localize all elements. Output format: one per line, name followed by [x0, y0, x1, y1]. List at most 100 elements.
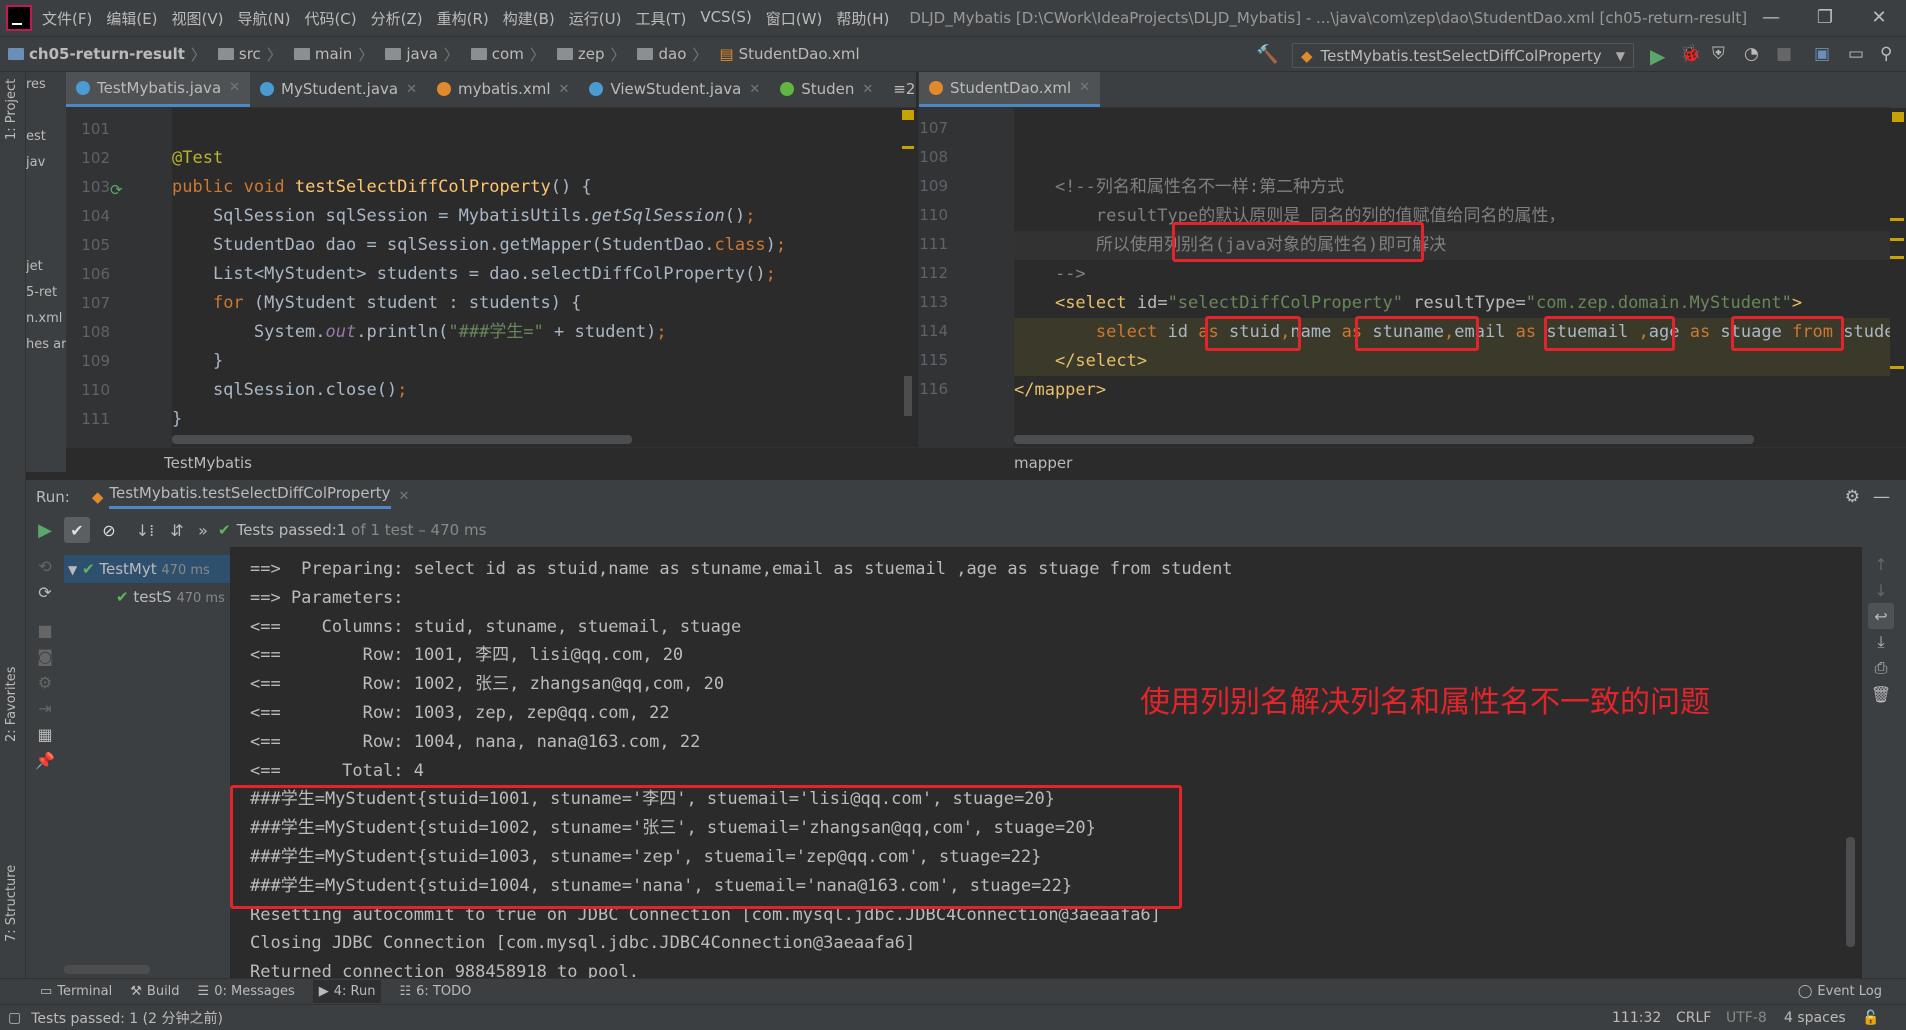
settings-gear-icon[interactable]: ⚙ — [1845, 487, 1860, 507]
close-tab-icon[interactable]: ✕ — [229, 80, 240, 95]
menu-item[interactable]: 工具(T) — [635, 8, 686, 29]
trash-icon[interactable]: 🗑 — [1868, 681, 1894, 707]
more-tools-icon[interactable]: » — [196, 517, 210, 543]
project-tree-item[interactable]: res — [26, 72, 66, 98]
tree-item-test[interactable]: ✔ testS 470 ms — [64, 583, 230, 611]
scroll-to-end-icon[interactable]: ⤓ — [1868, 629, 1894, 655]
run-test-gutter-icon[interactable]: ⟳ — [110, 181, 123, 199]
project-tree-item[interactable]: n.xml — [26, 306, 66, 332]
pin-icon[interactable]: 📌 — [32, 747, 58, 773]
editor-tab[interactable]: ViewStudent.java ✕ — [579, 72, 770, 107]
menu-item[interactable]: 编辑(E) — [106, 8, 157, 29]
down-arrow-icon[interactable]: ↓ — [1868, 577, 1894, 603]
project-tree-item[interactable]: jet — [26, 254, 66, 280]
file-encoding[interactable]: UTF-8 — [1726, 1010, 1767, 1026]
show-passed-toggle-icon[interactable]: ✔ — [64, 517, 90, 543]
sort-duration-icon[interactable]: ⇵ — [164, 517, 190, 543]
coverage-icon[interactable]: ⛨ — [1712, 44, 1734, 66]
right-code-area[interactable]: <!--列名和属性名不一样:第二种方式 resultType的默认原则是 同名的… — [1014, 108, 1890, 447]
close-tab-icon[interactable]: ✕ — [749, 82, 760, 97]
breadcrumb-item[interactable]: zep 〉 — [549, 44, 625, 65]
print-icon[interactable]: ⎙ — [1868, 655, 1894, 681]
close-tab-icon[interactable]: ✕ — [862, 82, 873, 97]
close-tab-icon[interactable]: ✕ — [1079, 80, 1090, 95]
stop-run-icon[interactable]: ■ — [32, 617, 58, 643]
left-breadcrumb[interactable]: TestMybatis — [66, 447, 916, 477]
search-icon[interactable]: ⚲ — [1880, 44, 1902, 66]
run-tab[interactable]: TestMybatis.testSelectDiffColProperty — [109, 484, 391, 509]
structure-tool-button[interactable]: 7: Structure — [4, 865, 19, 942]
hide-panel-icon[interactable]: — — [1873, 487, 1890, 507]
expand-arrow-icon[interactable]: ▼ — [68, 563, 77, 577]
console-scrollbar[interactable] — [1842, 547, 1862, 978]
editor-tab[interactable]: mybatis.xml ✕ — [427, 72, 579, 107]
run-configuration-select[interactable]: ◆ TestMybatis.testSelectDiffColProperty … — [1292, 43, 1634, 68]
camera-icon[interactable]: ◙ — [32, 643, 58, 669]
terminal-tool-button[interactable]: ▭ Terminal — [40, 984, 112, 999]
left-code-area[interactable]: @Test public void testSelectDiffColPrope… — [172, 108, 902, 447]
menu-item[interactable]: 文件(F) — [42, 8, 92, 29]
project-tree-item[interactable] — [26, 202, 66, 228]
build-hammer-icon[interactable]: 🔨 — [1256, 44, 1278, 66]
tab-overflow[interactable]: ≡2 — [883, 72, 916, 107]
menu-item[interactable]: 分析(Z) — [371, 8, 423, 29]
rerun-failed-icon[interactable]: ⟲ — [32, 553, 58, 579]
editor-tab[interactable]: MyStudent.java ✕ — [250, 72, 427, 107]
layout-grid-icon[interactable]: ▦ — [32, 721, 58, 747]
soft-wrap-icon[interactable]: ↩ — [1868, 603, 1894, 629]
rerun-icon[interactable]: ▶ — [32, 517, 58, 543]
run-icon[interactable]: ▶ — [1650, 44, 1672, 68]
menu-item[interactable]: 帮助(H) — [836, 8, 889, 29]
favorites-tool-button[interactable]: 2: Favorites — [4, 666, 19, 742]
project-tree-item[interactable]: 5-ret — [26, 280, 66, 306]
caret-position[interactable]: 111:32 — [1612, 1010, 1661, 1026]
menu-item[interactable]: 构建(B) — [503, 8, 555, 29]
close-tab-icon[interactable]: ✕ — [406, 82, 417, 97]
line-separator[interactable]: CRLF — [1676, 1010, 1711, 1026]
layout-icon[interactable]: ▭ — [1848, 44, 1870, 66]
tree-item-suite[interactable]: ▼ ✔ TestMyt 470 ms — [64, 555, 230, 583]
show-ignored-toggle-icon[interactable]: ⊘ — [96, 517, 122, 543]
tree-scrollbar[interactable] — [64, 965, 150, 974]
profile-icon[interactable]: ◔ — [1744, 44, 1766, 66]
right-horizontal-scrollbar[interactable] — [1014, 435, 1754, 444]
menu-item[interactable]: 窗口(W) — [766, 8, 823, 29]
breadcrumb-item[interactable]: main 〉 — [286, 44, 373, 65]
breadcrumb-item[interactable]: com 〉 — [463, 44, 545, 65]
close-run-tab-icon[interactable]: ✕ — [399, 489, 410, 504]
left-horizontal-scrollbar[interactable] — [172, 435, 632, 444]
project-tool-button[interactable]: 1: Project — [4, 79, 19, 140]
settings-icon[interactable]: ⚙ — [32, 669, 58, 695]
run-tool-button[interactable]: ▶ 4: Run — [312, 980, 382, 1003]
project-tree-item[interactable] — [26, 98, 66, 124]
toggle-auto-test-icon[interactable]: ⟳ — [32, 579, 58, 605]
menu-item[interactable]: 视图(V) — [172, 8, 224, 29]
menu-item[interactable]: 导航(N) — [238, 8, 291, 29]
editor-tab[interactable]: Studen ✕ — [770, 72, 883, 107]
left-error-stripe[interactable] — [902, 108, 916, 447]
project-tree-item[interactable] — [26, 176, 66, 202]
right-breadcrumb[interactable]: mapper — [918, 447, 1906, 477]
sort-alpha-icon[interactable]: ↓⁞ — [132, 517, 158, 543]
todo-tool-button[interactable]: ☷ 6: TODO — [399, 984, 471, 999]
editor-tab[interactable]: StudentDao.xml ✕ — [919, 72, 1101, 107]
project-tree-item[interactable]: hes ar — [26, 332, 66, 358]
indent-setting[interactable]: 4 spaces — [1784, 1010, 1846, 1026]
breadcrumb-item[interactable]: dao 〉 — [629, 44, 707, 65]
status-layout-icon[interactable]: ▢ — [8, 1010, 21, 1026]
project-tree-item[interactable]: jav — [26, 150, 66, 176]
breadcrumb-item[interactable]: ch05-return-result 〉 — [29, 44, 206, 65]
exit-icon[interactable]: ⇥ — [32, 695, 58, 721]
build-tool-button[interactable]: ⚒ Build — [130, 984, 179, 999]
menu-item[interactable]: 代码(C) — [304, 8, 356, 29]
menu-item[interactable]: VCS(S) — [700, 8, 751, 29]
project-tree-item[interactable]: est — [26, 124, 66, 150]
right-error-stripe[interactable] — [1890, 108, 1906, 447]
messages-tool-button[interactable]: ☰ 0: Messages — [198, 984, 295, 999]
menu-item[interactable]: 运行(U) — [569, 8, 622, 29]
breadcrumb-item[interactable]: src 〉 — [210, 44, 282, 65]
debug-icon[interactable]: 🐞 — [1680, 44, 1702, 66]
up-arrow-icon[interactable]: ↑ — [1868, 551, 1894, 577]
minimize-button[interactable]: — — [1744, 0, 1798, 36]
console-output[interactable]: ==> Preparing: select id as stuid,name a… — [230, 547, 1842, 978]
